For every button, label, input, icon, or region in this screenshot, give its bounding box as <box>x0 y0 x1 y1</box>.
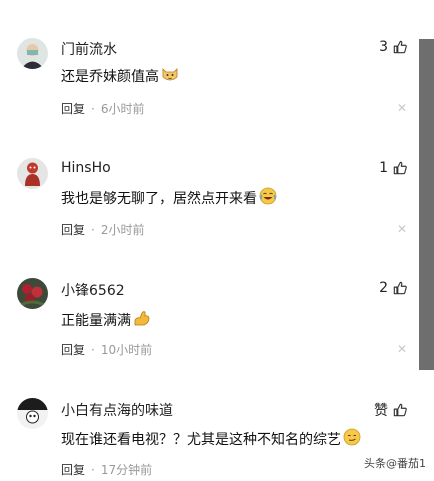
thumbs-up-icon <box>393 403 407 417</box>
comment-text: 还是乔妹颜值高 <box>61 66 179 86</box>
reply-button[interactable]: 回复 <box>61 341 85 358</box>
comment-text: 我也是够无聊了，居然点开来看 <box>61 187 277 209</box>
avatar[interactable] <box>17 158 48 189</box>
reply-button[interactable]: 回复 <box>61 100 85 117</box>
reply-button[interactable]: 回复 <box>61 461 85 478</box>
thumbs-up-icon <box>393 40 407 54</box>
comment-text: 正能量满满 <box>61 309 151 331</box>
like-count: 1 <box>379 160 388 176</box>
thumbs-up-icon <box>393 281 407 295</box>
like-count: 3 <box>379 39 388 55</box>
close-icon[interactable]: ✕ <box>397 342 407 356</box>
timestamp: 10小时前 <box>100 343 153 357</box>
avatar[interactable] <box>17 38 48 69</box>
separator-dot: · <box>91 222 95 237</box>
separator-dot: · <box>91 462 95 477</box>
comment-meta: 回复 · 2小时前 <box>61 221 144 238</box>
like-button[interactable]: 1 <box>379 160 407 176</box>
tears-of-joy-emoji <box>259 187 277 209</box>
comment-body: 正能量满满 <box>61 313 131 329</box>
close-icon[interactable]: ✕ <box>397 222 407 236</box>
comment-meta: 回复 · 17分钟前 <box>61 461 152 478</box>
comment-body: 还是乔妹颜值高 <box>61 69 159 85</box>
comment-body: 我也是够无聊了，居然点开来看 <box>61 191 257 207</box>
thumbs-up-icon <box>393 161 407 175</box>
like-count: 2 <box>379 280 388 296</box>
separator-dot: · <box>91 101 95 116</box>
avatar[interactable] <box>17 398 48 429</box>
like-button[interactable]: 3 <box>379 39 407 55</box>
scrollbar[interactable] <box>419 39 434 370</box>
cat-face-emoji <box>161 66 179 86</box>
flexed-biceps-emoji <box>133 309 151 331</box>
close-icon[interactable]: ✕ <box>397 101 407 115</box>
username[interactable]: 小锋6562 <box>61 280 125 300</box>
smirk-emoji <box>343 428 361 450</box>
username[interactable]: 门前流水 <box>61 39 117 59</box>
watermark: 头条@番茄1 <box>364 455 426 471</box>
comment-meta: 回复 · 6小时前 <box>61 100 144 117</box>
timestamp: 6小时前 <box>100 102 145 116</box>
comment-item: HinsHo 1 我也是够无聊了，居然点开来看 回复 · 2小时前 ✕ <box>0 120 419 238</box>
username[interactable]: HinsHo <box>61 160 111 176</box>
username[interactable]: 小白有点海的味道 <box>61 400 173 420</box>
watermark-text: 头条@番茄1 <box>364 457 426 470</box>
comment-item: 小锋6562 2 正能量满满 回复 · 10小时前 ✕ <box>0 240 419 358</box>
comment-text: 现在谁还看电视？？尤其是这种不知名的综艺 <box>61 428 361 450</box>
comment-meta: 回复 · 10小时前 <box>61 341 152 358</box>
reply-button[interactable]: 回复 <box>61 221 85 238</box>
avatar[interactable] <box>17 278 48 309</box>
like-button[interactable]: 2 <box>379 280 407 296</box>
separator-dot: · <box>91 342 95 357</box>
like-label: 赞 <box>374 403 388 419</box>
like-button[interactable]: 赞 <box>374 400 407 420</box>
timestamp: 17分钟前 <box>100 463 153 477</box>
comment-item: 小白有点海的味道 赞 现在谁还看电视？？尤其是这种不知名的综艺 回复 · 17分… <box>0 360 419 478</box>
timestamp: 2小时前 <box>100 223 145 237</box>
comment-item: 门前流水 3 还是乔妹颜值高 回复 · 6小时前 ✕ <box>0 0 419 117</box>
comment-body: 现在谁还看电视？？尤其是这种不知名的综艺 <box>61 432 341 448</box>
